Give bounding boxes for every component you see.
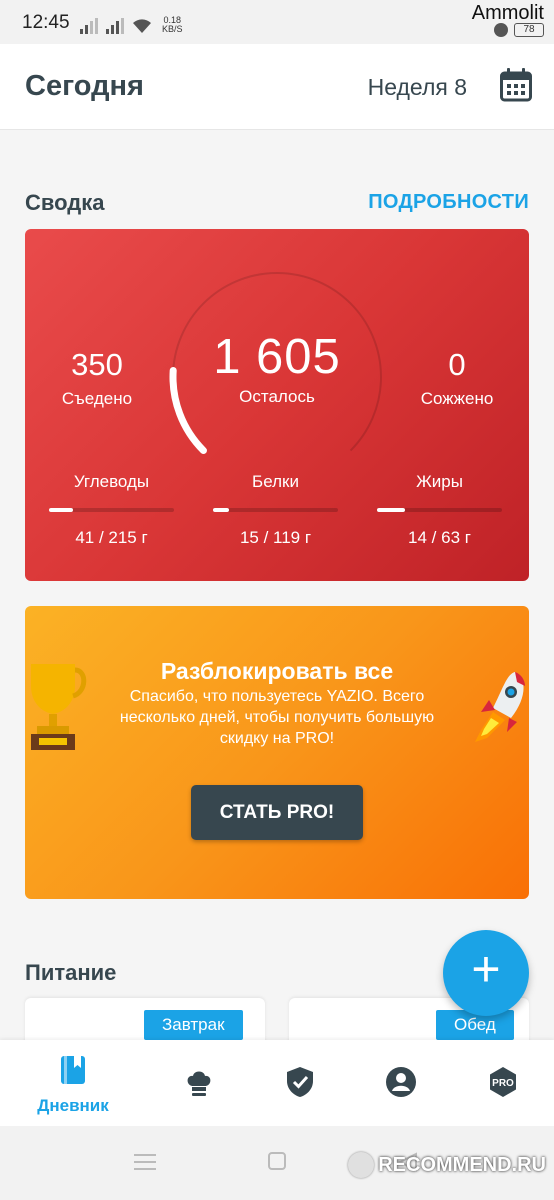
shield-check-icon [287,1067,313,1097]
plus-icon: + [471,941,501,997]
meal-tag: Завтрак [144,1010,243,1040]
net-speed: 0.18 KB/S [162,16,183,34]
nav-diary-label: Дневник [37,1096,109,1115]
macro-fat: Жиры 14 / 63 г [377,472,502,548]
remaining-label: Осталось [239,387,315,406]
macro-label: Жиры [416,472,463,491]
status-bar: 12:45 0.18 KB/S Ammolit 78 [0,0,554,44]
add-fab-button[interactable]: + [443,930,529,1016]
nav-pro[interactable]: PRO [453,1040,553,1126]
app-header: Сегодня Неделя 8 [0,44,554,130]
macro-label: Углеводы [73,472,150,491]
nav-recipes[interactable] [149,1040,249,1126]
recommend-watermark: RECOMMEND.RU [348,1152,546,1178]
profile-icon [386,1067,416,1097]
eaten-value: 350 [71,347,123,382]
battery-icon: 78 [514,23,544,37]
promo-title: Разблокировать все [160,658,394,684]
macro-protein: Белки 15 / 119 г [213,472,338,548]
summary-title: Сводка [25,190,105,215]
status-icons: 0.18 KB/S [80,14,183,34]
net-speed-unit: KB/S [162,24,183,34]
macro-bar [377,508,502,512]
nav-analysis[interactable] [250,1040,350,1126]
system-nav-bar: RECOMMEND.RU [0,1126,554,1200]
home-icon[interactable] [268,1152,286,1170]
pro-promo-card: Разблокировать все Спасибо, что пользует… [25,606,529,899]
signal-icon [80,18,98,34]
alarm-icon [494,23,508,37]
page-title: Сегодня [25,70,144,102]
burned-value: 0 [448,347,466,382]
nav-diary[interactable]: Дневник [23,1040,123,1126]
rocket-icon [475,672,525,742]
diary-icon [61,1056,85,1084]
macro-bar-fill [377,508,405,512]
recommend-text: RECOMMEND.RU [378,1153,546,1176]
become-pro-button[interactable]: СТАТЬ PRO! [191,785,363,840]
summary-card[interactable]: 350 Съедено 1 605 Осталось 0 Сожжено Угл… [25,229,529,581]
macro-label: Белки [252,472,299,491]
promo-description: Спасибо, что пользуетесь YAZIO. Всего не… [119,688,435,747]
nutrition-title: Питание [25,960,117,985]
wifi-icon [133,19,151,33]
week-label[interactable]: Неделя 8 [368,74,467,101]
macro-value: 14 / 63 г [408,528,471,547]
macro-bar-fill [49,508,73,512]
bottom-nav: Дневник PRO [0,1040,554,1126]
remaining-stat: 1 605 Осталось [187,329,367,407]
menu-icon[interactable] [134,1152,156,1172]
signal-icon-2 [106,18,124,34]
chef-hat-icon [187,1071,211,1096]
macro-value: 41 / 215 г [75,528,148,547]
details-link[interactable]: ПОДРОБНОСТИ [368,191,529,214]
macro-bar [49,508,174,512]
nav-profile[interactable] [351,1040,451,1126]
calendar-icon[interactable] [500,68,532,102]
pro-badge-text: PRO [492,1078,514,1089]
macro-bar-fill [213,508,229,512]
macro-bar [213,508,338,512]
eaten-stat: 350 Съедено [47,347,147,409]
burned-stat: 0 Сожжено [397,347,517,409]
ammolit-watermark: Ammolit [471,2,544,24]
recommend-logo-icon [348,1152,375,1178]
macro-value: 15 / 119 г [239,528,312,547]
pro-badge-icon: PRO [490,1067,516,1097]
macro-carbs: Углеводы 41 / 215 г [49,472,174,548]
burned-label: Сожжено [420,389,494,408]
eaten-label: Съедено [61,389,133,408]
status-time: 12:45 [22,12,70,33]
remaining-value: 1 605 [213,330,341,384]
status-right: Ammolit 78 [472,2,544,37]
